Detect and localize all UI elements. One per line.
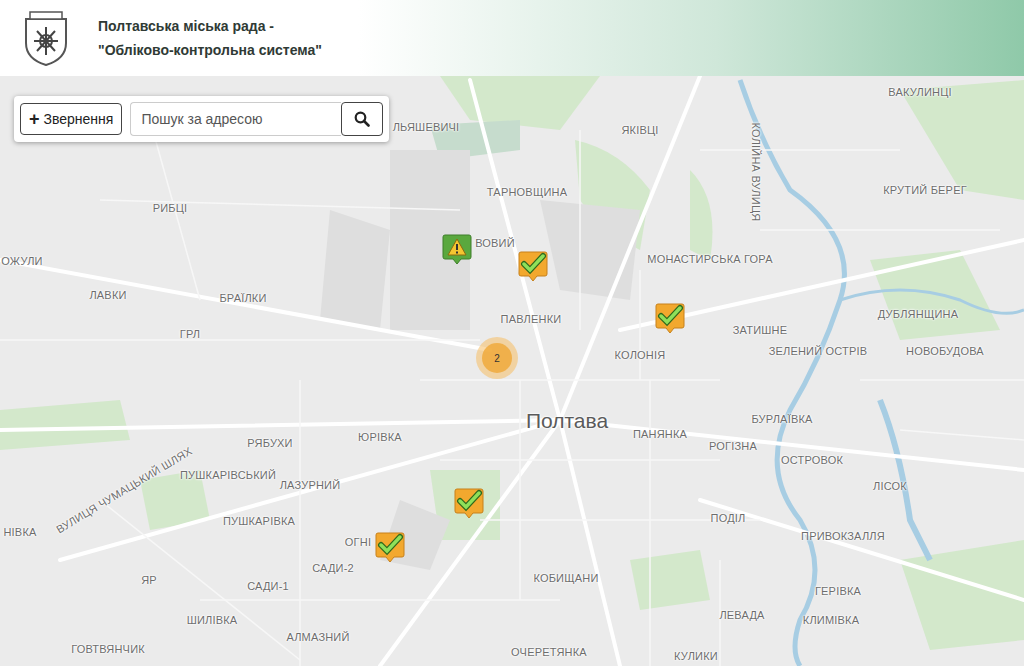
place-label: ЛІСОК <box>873 480 907 492</box>
place-label: ЛАЗУРНИЙ <box>280 479 341 491</box>
place-label: РОГІЗНА <box>709 440 757 452</box>
place-label: АЛМАЗНИЙ <box>286 631 349 643</box>
resolved-marker[interactable] <box>518 250 548 286</box>
place-label: ДУБЛЯНЩИНА <box>878 308 958 320</box>
place-label: ОЖУЛИ <box>1 255 42 267</box>
place-label: ПУШКАРІВСЬКИЙ <box>180 469 276 481</box>
resolved-marker[interactable] <box>655 302 685 338</box>
place-label: ШИЛІВКА <box>187 614 238 626</box>
place-label: ЗАТИШНЕ <box>733 324 788 336</box>
place-label: ВАКУЛИНЦІ <box>888 86 952 98</box>
place-label: КРУТИЙ БЕРЕГ <box>883 184 967 196</box>
marker-cluster[interactable]: 2 <box>476 337 518 379</box>
place-label: ЛЕВАДА <box>719 609 764 621</box>
place-label: КЛИМІВКА <box>803 614 859 626</box>
place-label: ПУШКАРІВКА <box>223 515 295 527</box>
map[interactable]: + Звернення ВАКУЛИНЦІ ЯКІВЦІ КОЛІЙНА ВУЛИЦ… <box>0 76 1024 666</box>
place-label: РИБЦІ <box>153 202 188 214</box>
header-title: Полтавська міська рада - "Обліково-контр… <box>98 18 322 58</box>
search-box <box>130 102 383 136</box>
place-label: ОГНІ <box>345 536 371 548</box>
place-label: КОЛОНІЯ <box>615 349 666 361</box>
place-label: САДИ-2 <box>312 562 354 574</box>
resolved-marker[interactable] <box>454 487 484 523</box>
place-label: ЯКІВЦІ <box>621 124 658 136</box>
place-label: ЛАВКИ <box>89 289 126 301</box>
add-request-button[interactable]: + Звернення <box>20 103 122 135</box>
checkmark-icon <box>518 250 548 282</box>
place-label: ТАРНОВЩИНА <box>487 186 567 198</box>
header: Полтавська міська рада - "Обліково-контр… <box>0 0 1024 76</box>
place-label: ЗЕЛЕНИЙ ОСТРІВ <box>769 345 868 357</box>
place-label: ОЧЕРЕТЯНКА <box>511 646 587 658</box>
title-line: "Обліково-контрольна система" <box>98 42 322 58</box>
place-label: САДИ-1 <box>247 580 289 592</box>
title-line: Полтавська міська рада - <box>98 18 322 34</box>
place-label: ПРИВОКЗАЛЛЯ <box>801 530 885 542</box>
place-label: НОВОБУДОВА <box>906 345 984 357</box>
place-label: НІВКА <box>3 526 36 538</box>
place-label: ЮРІВКА <box>358 431 402 443</box>
button-label: Звернення <box>44 111 114 127</box>
place-label: ГОВТВЯНЧИК <box>71 643 145 655</box>
magnifier-icon <box>354 111 370 127</box>
resolved-marker[interactable] <box>375 531 405 567</box>
place-label: БУРЛАЇВКА <box>751 413 812 425</box>
place-label: КОЛІЙНА ВУЛИЦЯ <box>750 123 762 222</box>
place-label: КУЛИКИ <box>674 650 718 662</box>
checkmark-icon <box>454 487 484 519</box>
toolbar: + Звернення <box>14 96 389 142</box>
place-label: ГЕРІВКА <box>815 585 861 597</box>
cluster-count: 2 <box>482 343 512 373</box>
place-label: ВОВИЙ <box>475 237 515 249</box>
warning-icon <box>442 233 472 265</box>
place-label: БРАЇЛКИ <box>219 292 266 304</box>
plus-icon: + <box>29 111 40 127</box>
place-label: ГРЛ <box>180 328 201 340</box>
place-label: РЯБУХИ <box>247 437 292 449</box>
place-label: ПОДІЛ <box>711 512 746 524</box>
place-label: ОСТРОВОК <box>781 454 843 466</box>
coat-of-arms-icon <box>20 9 72 67</box>
search-input[interactable] <box>130 102 341 136</box>
place-label: ЯР <box>141 574 157 586</box>
search-button[interactable] <box>341 102 383 136</box>
place-label: МОНАСТИРСЬКА ГОРА <box>647 253 772 265</box>
city-label: Полтава <box>526 409 608 433</box>
place-label: ПАВЛЕНКИ <box>501 313 562 325</box>
checkmark-icon <box>655 302 685 334</box>
place-label: КОБИЩАНИ <box>533 572 598 584</box>
warning-marker[interactable] <box>442 233 472 269</box>
place-label: ЛЬЯШЕВИЧІ <box>393 121 460 133</box>
checkmark-icon <box>375 531 405 563</box>
place-label: ПАНЯНКА <box>633 428 687 440</box>
